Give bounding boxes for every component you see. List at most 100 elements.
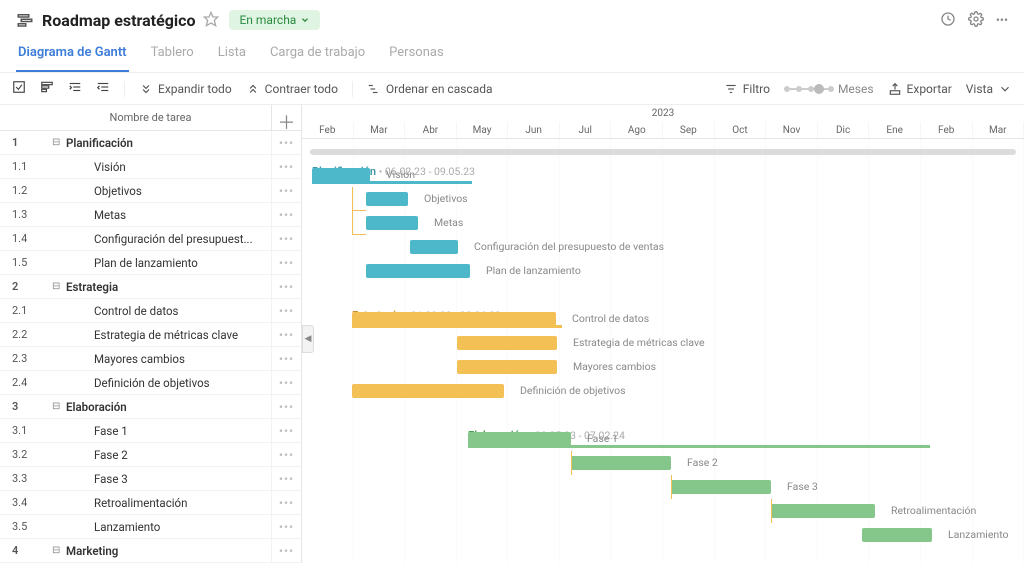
more-icon[interactable]: •••: [996, 13, 1008, 27]
expand-icon[interactable]: ⊟: [52, 401, 66, 412]
gantt-bar[interactable]: [366, 216, 418, 230]
task-number: 1.2: [0, 184, 52, 197]
collapse-sidebar-handle[interactable]: ◀: [302, 325, 314, 353]
row-more-icon[interactable]: •••: [271, 131, 301, 155]
task-row[interactable]: 1.4Configuración del presupuest...•••: [0, 227, 301, 251]
tab-people[interactable]: Personas: [387, 37, 446, 72]
dependency-connector: [771, 499, 772, 523]
view-button[interactable]: Vista: [966, 82, 1012, 96]
row-more-icon[interactable]: •••: [271, 539, 301, 563]
history-icon[interactable]: [940, 11, 956, 30]
gear-icon[interactable]: [968, 11, 984, 30]
task-row[interactable]: 3.3Fase 3•••: [0, 467, 301, 491]
zoom-slider[interactable]: Meses: [784, 82, 874, 96]
task-name: Marketing: [66, 544, 271, 558]
row-more-icon[interactable]: •••: [271, 467, 301, 491]
row-more-icon[interactable]: •••: [271, 155, 301, 179]
row-more-icon[interactable]: •••: [271, 395, 301, 419]
cascade-button[interactable]: Ordenar en cascada: [367, 82, 493, 96]
task-row[interactable]: 1.2Objetivos•••: [0, 179, 301, 203]
row-more-icon[interactable]: •••: [271, 443, 301, 467]
task-row[interactable]: 3.2Fase 2•••: [0, 443, 301, 467]
gantt-bar[interactable]: [312, 168, 370, 182]
task-row[interactable]: 2.2Estrategia de métricas clave•••: [0, 323, 301, 347]
month-header: Mar: [354, 122, 406, 138]
gantt-bar[interactable]: [366, 264, 470, 278]
tab-gantt[interactable]: Diagrama de Gantt: [16, 37, 129, 72]
gantt-row: Lanzamiento: [302, 523, 1024, 547]
status-badge[interactable]: En marcha: [229, 10, 320, 30]
task-number: 1.5: [0, 256, 52, 269]
task-row[interactable]: 1⊟Planificación•••: [0, 131, 301, 155]
task-row[interactable]: 2.1Control de datos•••: [0, 299, 301, 323]
task-row[interactable]: 3.5Lanzamiento•••: [0, 515, 301, 539]
gantt-row: Configuración del presupuesto de ventas: [302, 235, 1024, 259]
task-row[interactable]: 2.3Mayores cambios•••: [0, 347, 301, 371]
indent-icon[interactable]: [68, 80, 82, 97]
gantt-bar[interactable]: [352, 384, 504, 398]
row-more-icon[interactable]: •••: [271, 251, 301, 275]
gantt-bar[interactable]: [571, 456, 671, 470]
expand-icon[interactable]: ⊟: [52, 281, 66, 292]
task-row[interactable]: 3.1Fase 1•••: [0, 419, 301, 443]
timeline-year: 2023: [302, 105, 1024, 122]
gantt-bar[interactable]: [410, 240, 458, 254]
gantt-bar-label: Control de datos: [572, 312, 649, 325]
row-more-icon[interactable]: •••: [271, 371, 301, 395]
task-number: 2.4: [0, 376, 52, 389]
gantt-scroll-track[interactable]: [310, 149, 1016, 155]
task-row[interactable]: 3⊟Elaboración•••: [0, 395, 301, 419]
task-row[interactable]: 1.1 Visión•••: [0, 155, 301, 179]
page-title: Roadmap estratégico: [42, 11, 195, 30]
task-row[interactable]: 2⊟Estrategia•••: [0, 275, 301, 299]
row-more-icon[interactable]: •••: [271, 491, 301, 515]
row-more-icon[interactable]: •••: [271, 515, 301, 539]
row-more-icon[interactable]: •••: [271, 347, 301, 371]
expand-all-button[interactable]: Expandir todo: [139, 82, 232, 96]
month-header: Nov: [766, 122, 818, 138]
task-number: 1.1: [0, 160, 52, 173]
plan-icon[interactable]: [40, 80, 54, 97]
gantt-bar[interactable]: [457, 336, 557, 350]
gantt-bar[interactable]: [862, 528, 932, 542]
month-header: Feb: [302, 122, 354, 138]
gantt-row: Planificación • 06.02.23 - 09.05.23Visió…: [302, 163, 1024, 187]
row-more-icon[interactable]: •••: [271, 203, 301, 227]
filter-button[interactable]: Filtro: [724, 82, 770, 96]
row-more-icon[interactable]: •••: [271, 275, 301, 299]
task-row[interactable]: 1.3Metas•••: [0, 203, 301, 227]
task-name: Lanzamiento: [66, 520, 271, 534]
row-more-icon[interactable]: •••: [271, 323, 301, 347]
gantt-bar[interactable]: [671, 480, 771, 494]
row-more-icon[interactable]: •••: [271, 227, 301, 251]
task-name: Configuración del presupuest...: [66, 232, 271, 246]
gantt-bar[interactable]: [468, 432, 571, 446]
favorite-icon[interactable]: [203, 11, 219, 30]
outdent-icon[interactable]: [96, 80, 110, 97]
task-name: Mayores cambios: [66, 352, 271, 366]
task-row[interactable]: 3.4Retroalimentación•••: [0, 491, 301, 515]
gantt-timeline-header: 2023 FebMarAbrMayJunJulAgoSepOctNovDicEn…: [302, 105, 1024, 139]
gantt-bar[interactable]: [457, 360, 557, 374]
tab-list[interactable]: Lista: [216, 37, 248, 72]
task-row[interactable]: 1.5Plan de lanzamiento•••: [0, 251, 301, 275]
gantt-bar[interactable]: [771, 504, 875, 518]
expand-icon[interactable]: ⊟: [52, 545, 66, 556]
gantt-bar[interactable]: [366, 192, 408, 206]
row-more-icon[interactable]: •••: [271, 299, 301, 323]
tab-workload[interactable]: Carga de trabajo: [268, 37, 367, 72]
row-more-icon[interactable]: •••: [271, 419, 301, 443]
tab-board[interactable]: Tablero: [149, 37, 196, 72]
collapse-all-button[interactable]: Contraer todo: [246, 82, 338, 96]
row-more-icon[interactable]: •••: [271, 179, 301, 203]
export-button[interactable]: Exportar: [888, 82, 952, 96]
task-number: 3.3: [0, 472, 52, 485]
gantt-bar[interactable]: [352, 312, 556, 326]
checkbox-icon[interactable]: [12, 80, 26, 97]
task-list-panel: Nombre de tarea ＋ 1⊟Planificación•••1.1V…: [0, 105, 302, 563]
gantt-chart[interactable]: 2023 FebMarAbrMayJunJulAgoSepOctNovDicEn…: [302, 105, 1024, 563]
task-row[interactable]: 2.4Definición de objetivos•••: [0, 371, 301, 395]
task-name: Visión: [66, 160, 271, 174]
expand-icon[interactable]: ⊟: [52, 137, 66, 148]
task-row[interactable]: 4⊟Marketing•••: [0, 539, 301, 563]
